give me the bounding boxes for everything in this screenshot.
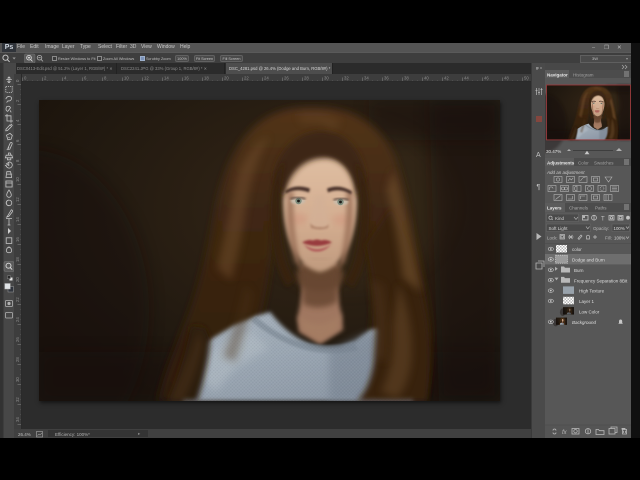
svg-text:30.47%: 30.47% (546, 149, 561, 154)
svg-text:16: 16 (15, 237, 20, 242)
svg-text:A: A (536, 152, 541, 159)
svg-text:Opacity:: Opacity: (593, 226, 609, 231)
svg-text:Low Color: Low Color (579, 309, 600, 314)
svg-text:Burn: Burn (574, 268, 584, 273)
svg-text:34: 34 (15, 417, 20, 422)
svg-text:34: 34 (364, 76, 369, 81)
svg-text:12: 12 (15, 197, 20, 202)
svg-text:Fill:: Fill: (605, 236, 612, 241)
svg-text:48: 48 (504, 76, 509, 81)
svg-text:28: 28 (15, 357, 20, 362)
svg-text:10: 10 (124, 76, 129, 81)
svg-text:18: 18 (204, 76, 209, 81)
svg-text:20: 20 (15, 277, 20, 282)
svg-text:10: 10 (15, 177, 20, 182)
svg-text:Lock:: Lock: (547, 236, 558, 241)
svg-text:Background: Background (572, 320, 597, 325)
svg-text:Adjustments: Adjustments (547, 161, 575, 166)
svg-text:24: 24 (15, 317, 20, 322)
svg-text:High Texture: High Texture (579, 289, 605, 294)
svg-text:30: 30 (324, 76, 329, 81)
svg-text:24: 24 (264, 76, 269, 81)
svg-text:Paths: Paths (595, 206, 607, 211)
svg-text:28: 28 (304, 76, 309, 81)
svg-text:Kind: Kind (555, 216, 565, 221)
svg-text:100%: 100% (614, 226, 625, 231)
svg-text:Swatches: Swatches (594, 161, 614, 166)
svg-text:Frequency Separation 8Bit: Frequency Separation 8Bit (574, 278, 628, 283)
svg-text:22: 22 (244, 76, 249, 81)
svg-text:Color: Color (578, 161, 589, 166)
svg-text:100%: 100% (614, 236, 625, 241)
svg-text:16: 16 (184, 76, 189, 81)
svg-text:color: color (572, 247, 582, 252)
svg-text:32: 32 (344, 76, 349, 81)
svg-text:Soft Light: Soft Light (549, 226, 569, 231)
svg-text:Layers: Layers (547, 206, 562, 211)
svg-text:36: 36 (384, 76, 389, 81)
svg-text:T: T (601, 217, 605, 223)
svg-text:38: 38 (404, 76, 409, 81)
svg-text:Dodge and Burn: Dodge and Burn (572, 258, 605, 263)
svg-text:26: 26 (284, 76, 289, 81)
svg-text:Layer 1: Layer 1 (579, 299, 595, 304)
svg-text:¶: ¶ (537, 184, 541, 191)
svg-text:12: 12 (144, 76, 149, 81)
svg-text:14: 14 (164, 76, 169, 81)
svg-text:26: 26 (15, 337, 20, 342)
svg-text:18: 18 (15, 257, 20, 262)
svg-text:46: 46 (484, 76, 489, 81)
svg-text:Channels: Channels (569, 206, 589, 211)
svg-text:14: 14 (15, 217, 20, 222)
svg-text:Navigator: Navigator (547, 73, 568, 78)
svg-text:Histogram: Histogram (573, 73, 594, 78)
svg-text:20: 20 (224, 76, 229, 81)
svg-text:30: 30 (15, 377, 20, 382)
svg-text:Add an adjustment: Add an adjustment (546, 170, 585, 175)
svg-text:42: 42 (444, 76, 449, 81)
svg-text:50: 50 (524, 76, 529, 81)
svg-text:22: 22 (15, 297, 20, 302)
svg-text:32: 32 (15, 397, 20, 402)
svg-text:44: 44 (464, 76, 469, 81)
svg-text:40: 40 (424, 76, 429, 81)
